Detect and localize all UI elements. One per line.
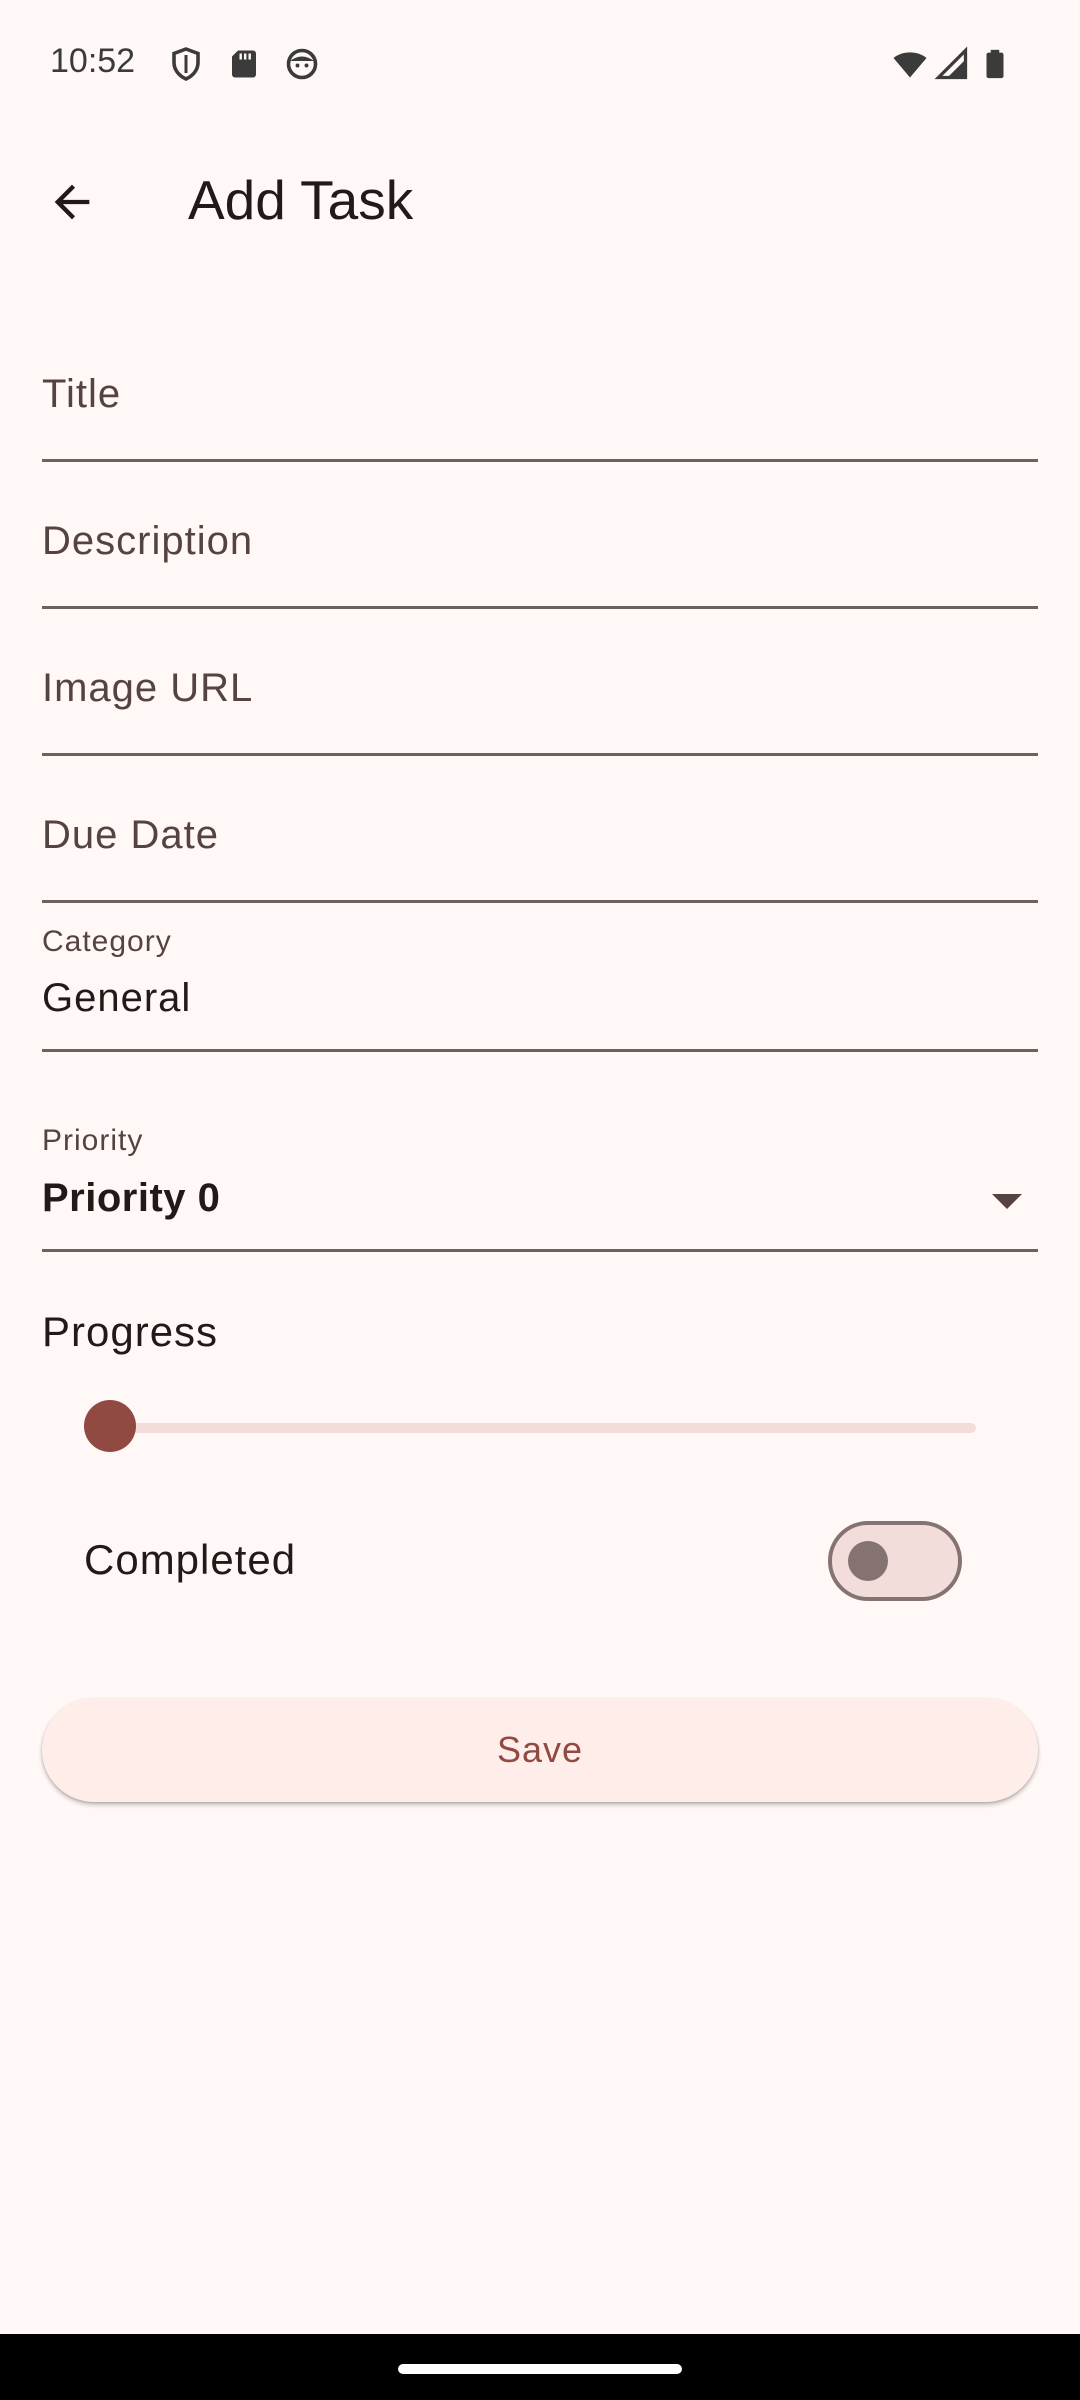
arrow-back-icon — [54, 184, 90, 220]
face-icon — [284, 46, 320, 82]
category-label: Category — [42, 925, 172, 958]
sd-card-icon — [226, 46, 262, 82]
save-button[interactable]: Save — [42, 1698, 1038, 1802]
completed-label: Completed — [84, 1536, 297, 1583]
switch-knob — [848, 1541, 888, 1581]
image-url-placeholder: Image URL — [42, 666, 254, 710]
title-placeholder: Title — [42, 372, 122, 416]
due-date-placeholder: Due Date — [42, 813, 219, 857]
progress-slider[interactable] — [84, 1400, 976, 1456]
description-field[interactable]: Description — [42, 499, 1038, 609]
status-bar: 10:52 — [0, 0, 1080, 130]
completed-switch[interactable] — [828, 1521, 962, 1601]
app-bar: Add Task — [0, 140, 1080, 260]
back-button[interactable] — [30, 160, 114, 244]
due-date-field[interactable]: Due Date — [42, 793, 1038, 903]
image-url-field[interactable]: Image URL — [42, 646, 1038, 756]
progress-label: Progress — [42, 1308, 219, 1355]
dropdown-arrow-icon — [992, 1194, 1022, 1209]
cell-signal-icon — [934, 46, 970, 82]
status-time: 10:52 — [50, 42, 136, 80]
slider-track — [110, 1423, 976, 1433]
home-handle[interactable] — [398, 2364, 682, 2374]
category-field[interactable]: Category General — [42, 925, 1038, 1052]
priority-dropdown[interactable]: Priority Priority 0 — [42, 1124, 1038, 1252]
navigation-bar — [0, 2334, 1080, 2400]
shield-icon — [168, 46, 204, 82]
page-title: Add Task — [188, 169, 414, 231]
wifi-icon — [890, 46, 930, 82]
title-field[interactable]: Title — [42, 352, 1038, 462]
priority-value: Priority 0 — [42, 1176, 221, 1220]
slider-thumb[interactable] — [84, 1400, 136, 1452]
battery-icon — [978, 46, 1012, 82]
category-value: General — [42, 976, 192, 1020]
priority-label: Priority — [42, 1124, 144, 1157]
description-placeholder: Description — [42, 519, 254, 563]
